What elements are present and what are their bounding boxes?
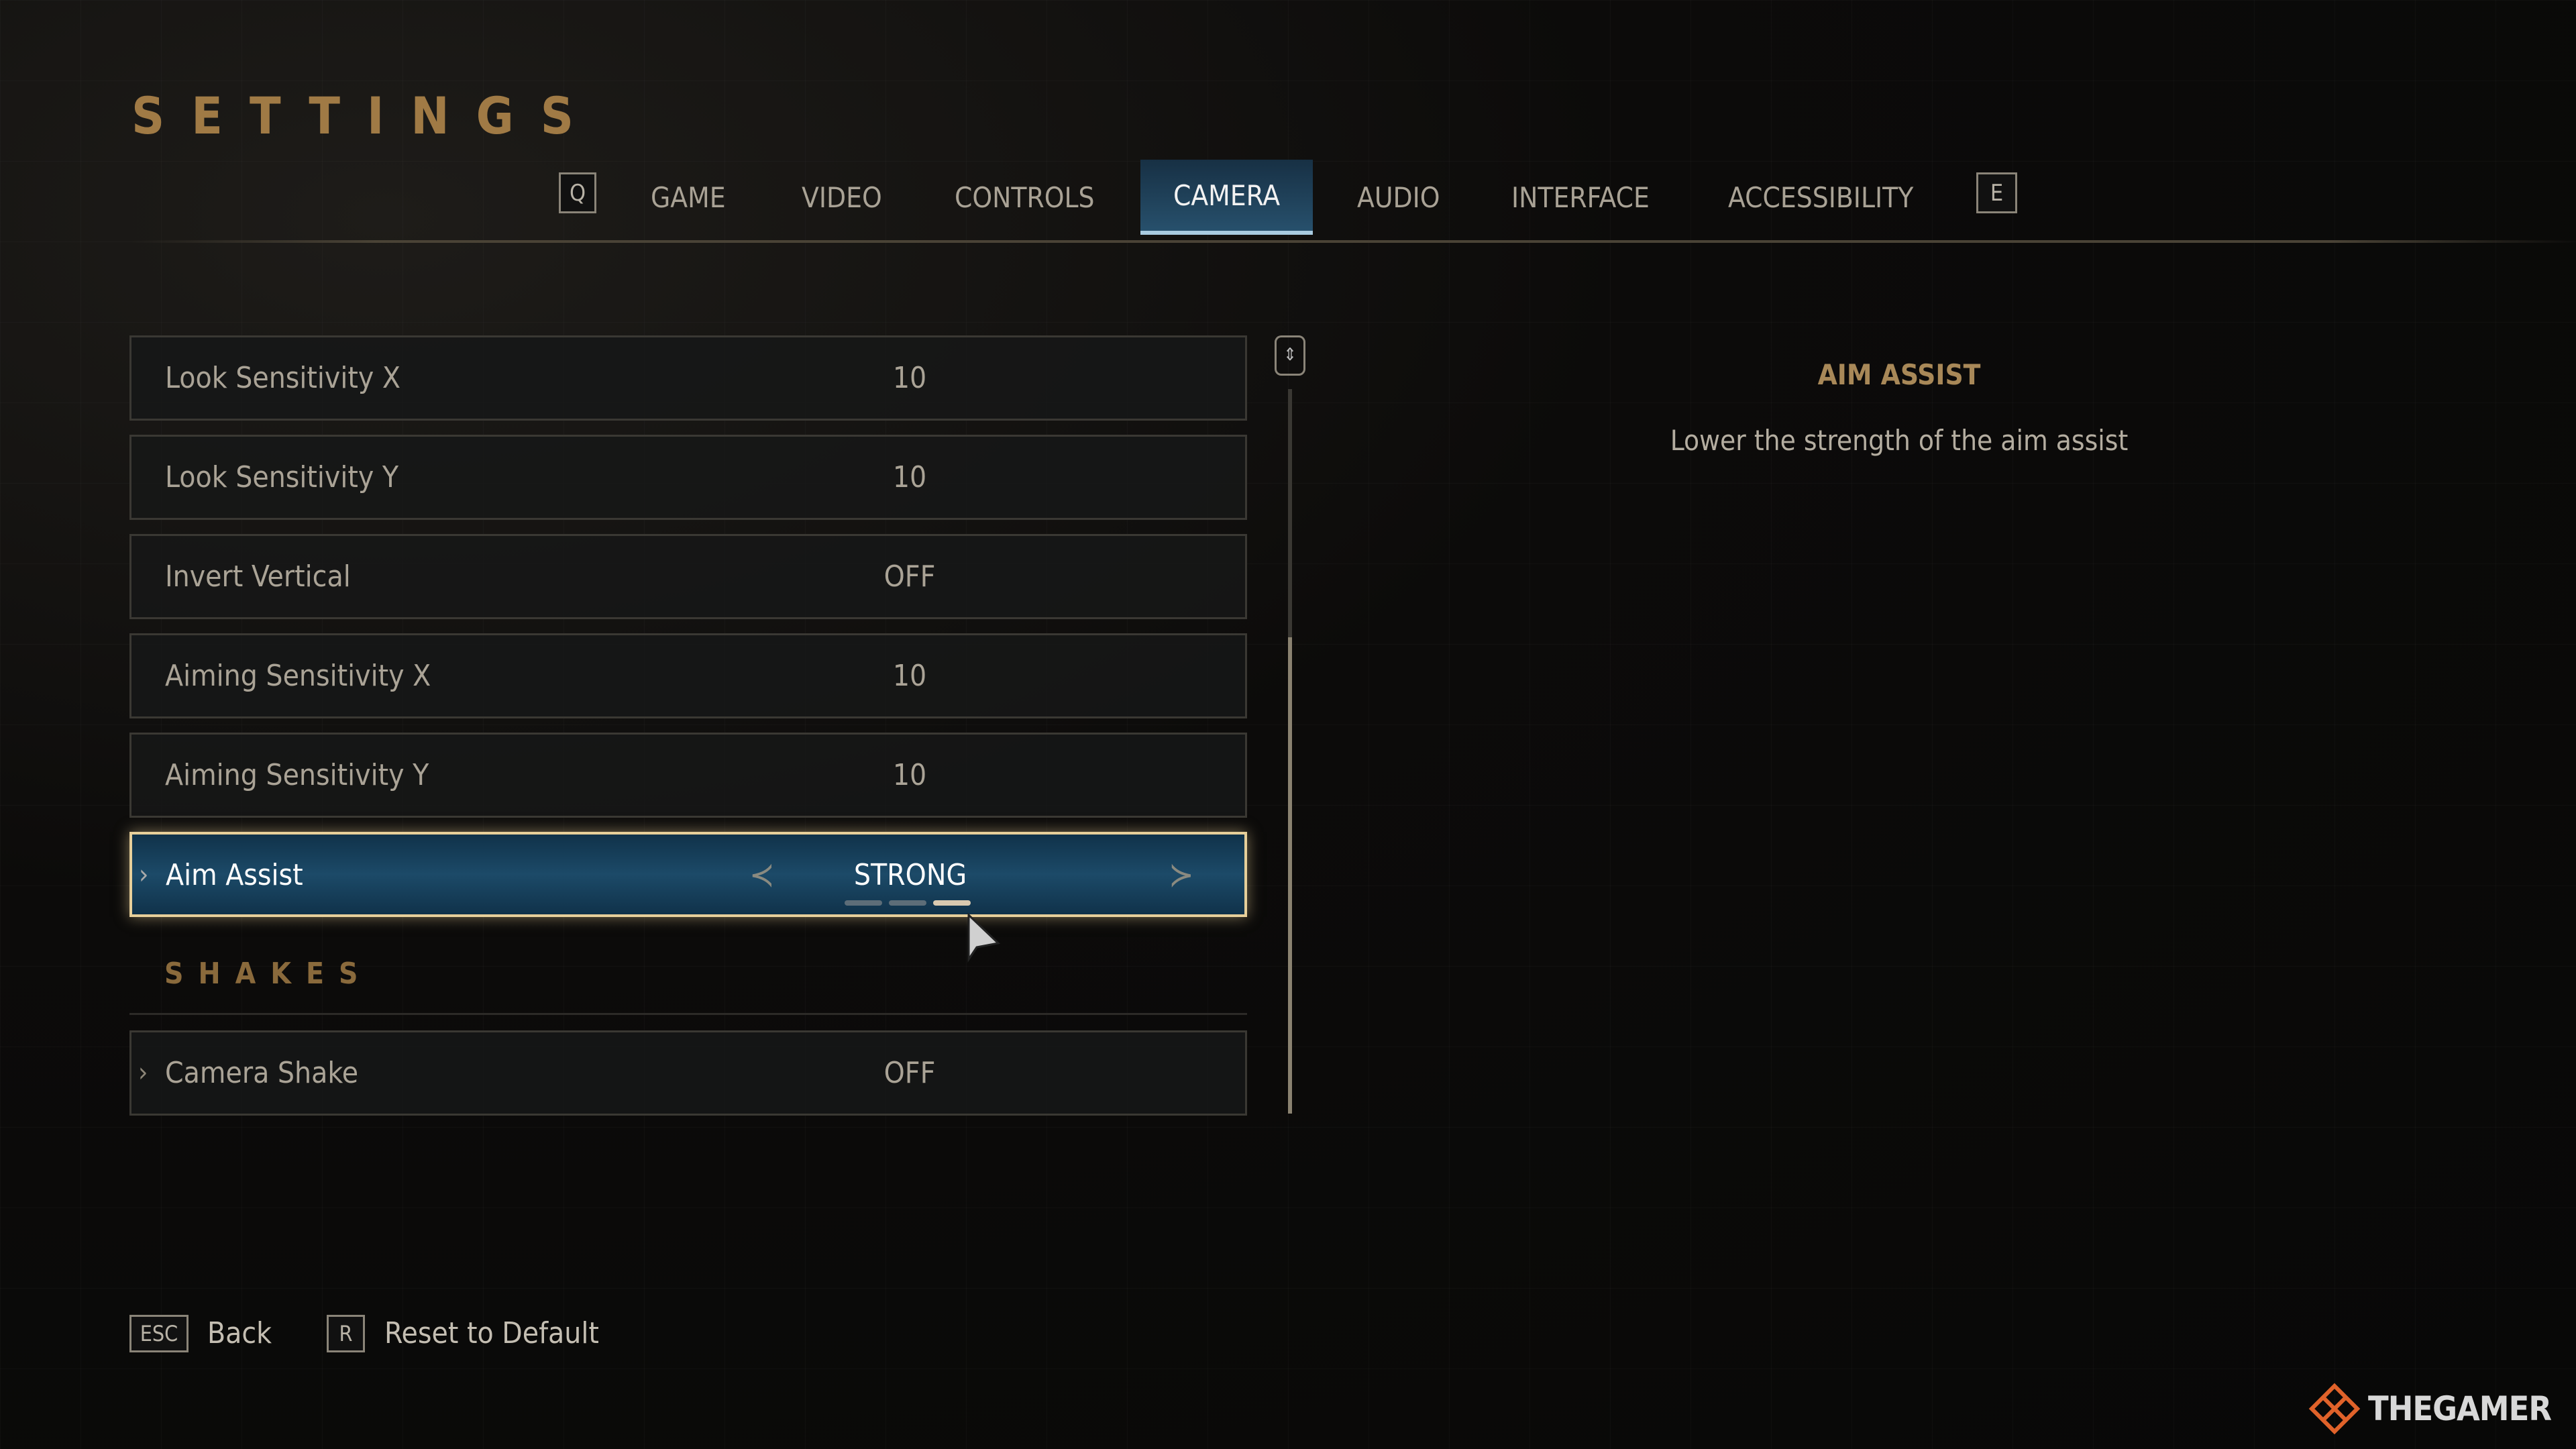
- page-title: SETTINGS: [131, 86, 600, 146]
- section-divider: [129, 1013, 1247, 1015]
- back-key-esc[interactable]: ESC: [129, 1315, 189, 1352]
- tab-video[interactable]: VIDEO: [802, 176, 882, 219]
- setting-label: Aiming Sensitivity Y: [165, 758, 429, 792]
- setting-label: Aiming Sensitivity X: [165, 659, 431, 693]
- tab-game[interactable]: GAME: [651, 176, 726, 219]
- setting-value: OFF: [883, 1056, 936, 1090]
- tab-camera[interactable]: CAMERA: [1140, 160, 1313, 235]
- arrow-left-button[interactable]: ≺: [749, 835, 775, 916]
- scroll-icon: ⇕: [1275, 335, 1305, 376]
- setting-value: 10: [892, 659, 927, 693]
- prev-tab-key-q[interactable]: Q: [559, 172, 596, 213]
- setting-row-camera-shake[interactable]: › Camera Shake OFF: [129, 1030, 1247, 1116]
- setting-label: Invert Vertical: [165, 559, 351, 594]
- setting-value: 10: [892, 460, 927, 494]
- setting-label: Aim Assist: [166, 858, 303, 892]
- reset-to-default-button[interactable]: Reset to Default: [384, 1315, 599, 1352]
- scrollbar[interactable]: [1288, 389, 1292, 1114]
- option-dot-active: [933, 900, 971, 906]
- arrow-right-button[interactable]: ≻: [1169, 835, 1194, 916]
- setting-row-invert-vertical[interactable]: Invert Vertical OFF: [129, 534, 1247, 619]
- tab-controls[interactable]: CONTROLS: [955, 176, 1094, 219]
- setting-row-aim-assist[interactable]: › Aim Assist ≺ STRONG ≻: [129, 832, 1247, 917]
- next-tab-key-e[interactable]: E: [1976, 172, 2017, 213]
- reset-key-r[interactable]: R: [327, 1315, 365, 1352]
- tab-accessibility[interactable]: ACCESSIBILITY: [1728, 176, 1913, 219]
- tab-interface[interactable]: INTERFACE: [1511, 176, 1650, 219]
- option-indicator: [845, 900, 971, 906]
- setting-row-look-sensitivity-x[interactable]: Look Sensitivity X 10: [129, 335, 1247, 421]
- scrollbar-thumb[interactable]: [1288, 637, 1292, 1114]
- setting-value: OFF: [883, 559, 936, 594]
- setting-value: 10: [892, 361, 927, 395]
- option-dot: [845, 900, 882, 906]
- setting-row-aiming-sensitivity-x[interactable]: Aiming Sensitivity X 10: [129, 633, 1247, 718]
- section-header-shakes: SHAKES: [164, 957, 373, 991]
- setting-row-look-sensitivity-y[interactable]: Look Sensitivity Y 10: [129, 435, 1247, 520]
- option-dot: [889, 900, 926, 906]
- watermark-text: THEGAMER: [2368, 1389, 2552, 1428]
- setting-row-aiming-sensitivity-y[interactable]: Aiming Sensitivity Y 10: [129, 733, 1247, 818]
- thegamer-logo-icon: [2308, 1383, 2361, 1435]
- setting-value: 10: [892, 758, 927, 792]
- tab-audio[interactable]: AUDIO: [1357, 176, 1440, 219]
- mouse-cursor-icon: [966, 912, 1006, 969]
- chevron-right-icon: ›: [139, 859, 149, 890]
- tab-divider: [131, 240, 2576, 243]
- chevron-right-icon: ›: [138, 1057, 148, 1088]
- setting-label: Camera Shake: [165, 1056, 359, 1090]
- setting-label: Look Sensitivity X: [165, 361, 400, 395]
- detail-title: AIM ASSIST: [1817, 358, 1981, 391]
- back-button[interactable]: Back: [207, 1315, 272, 1352]
- thegamer-watermark: THEGAMER: [2308, 1382, 2552, 1436]
- setting-label: Look Sensitivity Y: [165, 460, 399, 494]
- detail-description: Lower the strength of the aim assist: [1670, 424, 2129, 457]
